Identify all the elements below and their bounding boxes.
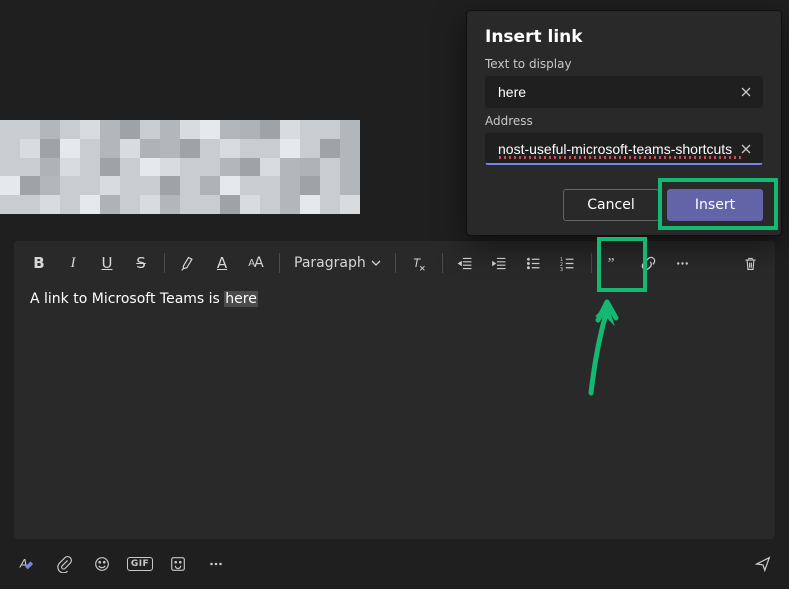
address-field[interactable] [485,133,763,165]
svg-text:”: ” [608,255,615,271]
dialog-actions: Cancel Insert [485,189,763,221]
chevron-down-icon [371,258,381,268]
more-options-button[interactable] [666,247,700,279]
delete-button[interactable] [733,247,767,279]
paragraph-label: Paragraph [294,255,366,271]
separator [442,253,443,273]
send-button[interactable] [751,552,775,576]
clear-formatting-button[interactable]: T [402,247,436,279]
separator [279,253,280,273]
text-to-display-input[interactable] [486,77,762,107]
sticker-button[interactable] [166,552,190,576]
emoji-button[interactable] [90,552,114,576]
numbered-list-button[interactable]: 123 [551,247,585,279]
underline-button[interactable]: U [90,247,124,279]
insert-link-button[interactable] [632,247,666,279]
message-body[interactable]: A link to Microsoft Teams is here [14,285,775,539]
bold-button[interactable]: B [22,247,56,279]
font-size-button[interactable]: AA [239,247,273,279]
svg-text:T: T [414,256,422,269]
separator [591,253,592,273]
clear-address-icon[interactable] [736,139,756,159]
separator [395,253,396,273]
decrease-indent-button[interactable] [449,247,483,279]
format-toolbar: B I U S A AA Paragraph T [14,241,775,285]
highlight-button[interactable] [171,247,205,279]
italic-button[interactable]: I [56,247,90,279]
format-toggle-button[interactable]: A [14,552,38,576]
font-color-button[interactable]: A [205,247,239,279]
text-to-display-field[interactable] [485,76,763,108]
attach-button[interactable] [52,552,76,576]
svg-text:A: A [19,557,28,571]
cancel-button[interactable]: Cancel [563,189,659,221]
message-text: A link to Microsoft Teams is [30,291,224,307]
svg-text:3: 3 [560,267,563,272]
quote-button[interactable]: ” [598,247,632,279]
dialog-title: Insert link [485,27,763,47]
increase-indent-button[interactable] [483,247,517,279]
strikethrough-button[interactable]: S [124,247,158,279]
more-actions-button[interactable] [204,552,228,576]
clear-text-icon[interactable] [736,82,756,102]
insert-button[interactable]: Insert [667,189,763,221]
address-input[interactable] [486,134,762,163]
text-to-display-label: Text to display [485,57,763,71]
separator [164,253,165,273]
gif-button[interactable]: GIF [128,552,152,576]
paragraph-dropdown[interactable]: Paragraph [286,247,389,279]
address-label: Address [485,114,763,128]
compose-editor: B I U S A AA Paragraph T [14,241,775,539]
selected-text: here [224,291,258,307]
redacted-region [0,120,360,214]
gif-label: GIF [127,557,153,571]
compose-actions: A GIF [14,549,775,579]
bullet-list-button[interactable] [517,247,551,279]
insert-link-dialog: Insert link Text to display Address Canc… [466,10,782,236]
